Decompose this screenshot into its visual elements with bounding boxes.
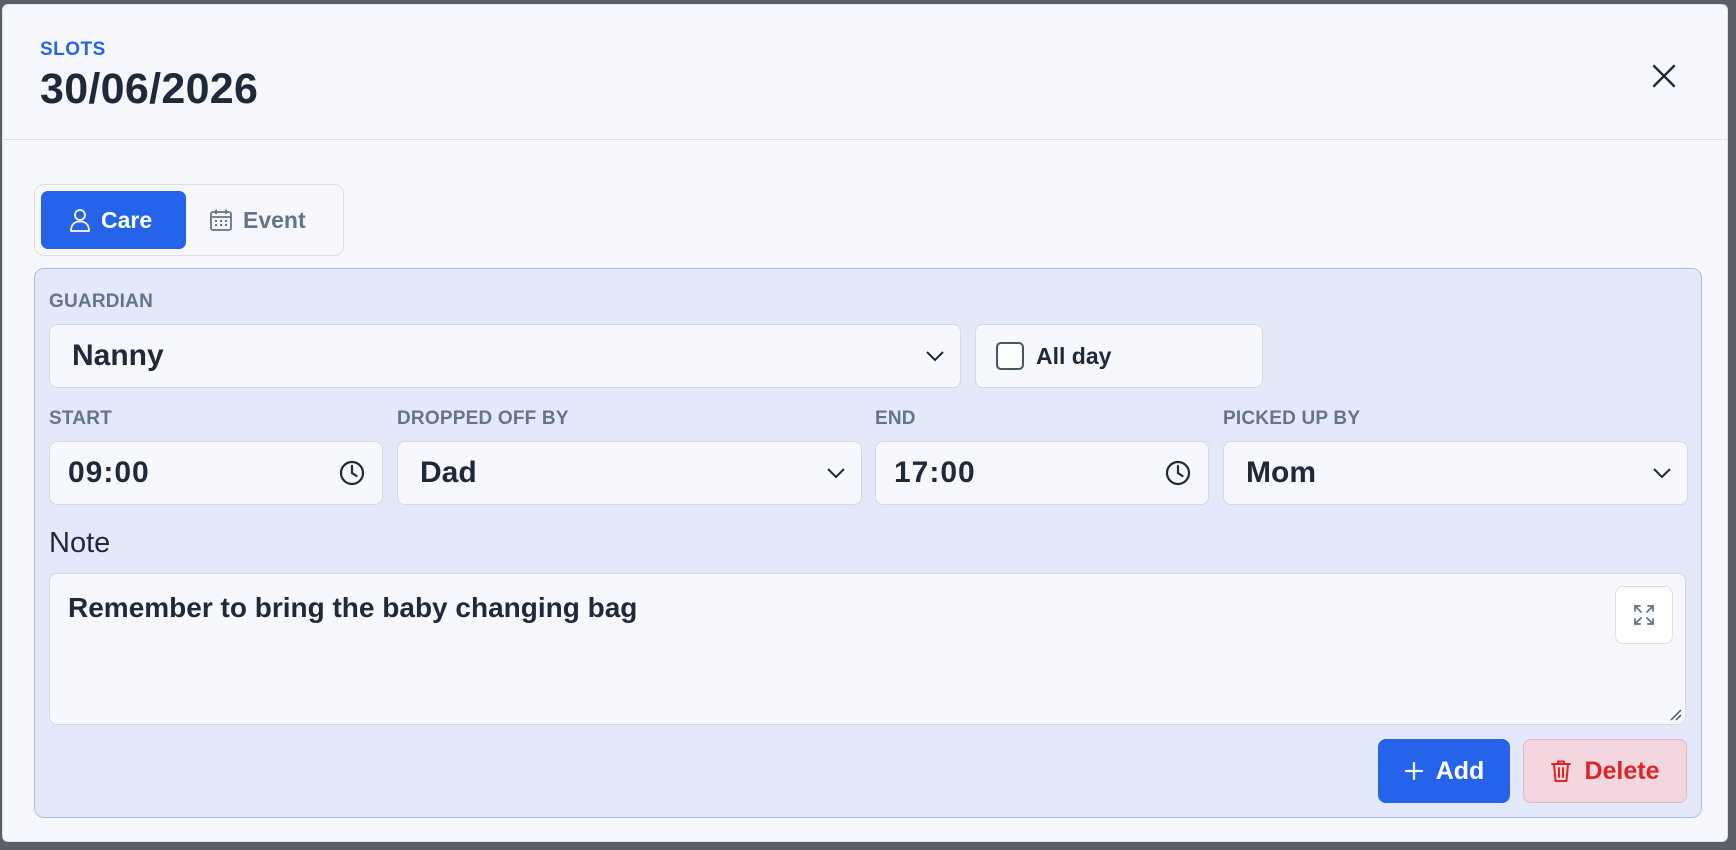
start-time-input[interactable]: 09:00 [49, 441, 383, 505]
dropped-off-label: DROPPED OFF BY [397, 408, 569, 429]
end-label: END [875, 408, 916, 429]
dialog-header: SLOTS 30/06/2026 [3, 5, 1727, 140]
end-time-input[interactable]: 17:00 [875, 441, 1209, 505]
clock-icon[interactable] [322, 460, 382, 486]
dropped-off-value: Dad [420, 456, 477, 489]
expand-icon [1634, 605, 1654, 625]
tab-group: Care Event [34, 184, 344, 256]
close-icon [1652, 64, 1676, 88]
person-icon [70, 209, 90, 232]
care-form-panel: GUARDIAN Nanny All day START 09:00 DROPP… [34, 268, 1702, 818]
picked-up-value: Mom [1246, 456, 1316, 489]
dialog-eyebrow: SLOTS [40, 39, 106, 60]
trash-icon [1551, 760, 1572, 782]
delete-button[interactable]: Delete [1523, 739, 1687, 803]
tab-care-label: Care [101, 206, 153, 233]
guardian-label: GUARDIAN [49, 291, 153, 312]
all-day-toggle[interactable]: All day [975, 324, 1263, 388]
calendar-icon [210, 209, 232, 231]
add-button[interactable]: Add [1378, 739, 1510, 803]
tab-care[interactable]: Care [41, 191, 186, 249]
chevron-down-icon [1637, 467, 1687, 479]
end-time-value: 17:00 [894, 456, 976, 489]
note-textarea[interactable]: Remember to bring the baby changing bag [49, 573, 1686, 725]
tab-event-label: Event [243, 206, 306, 233]
note-label: Note [49, 527, 111, 559]
expand-button[interactable] [1615, 586, 1673, 644]
guardian-select[interactable]: Nanny [49, 324, 961, 388]
delete-button-label: Delete [1584, 756, 1660, 785]
dialog-title: 30/06/2026 [40, 65, 259, 113]
tab-event[interactable]: Event [209, 191, 339, 249]
slot-dialog: SLOTS 30/06/2026 Care Event GUARDIAN Nan… [2, 4, 1728, 842]
all-day-checkbox[interactable] [996, 342, 1024, 370]
clock-icon[interactable] [1148, 460, 1208, 486]
chevron-down-icon [910, 350, 960, 362]
chevron-down-icon [811, 467, 861, 479]
add-button-label: Add [1435, 756, 1485, 785]
all-day-label: All day [1036, 342, 1112, 369]
plus-icon [1404, 761, 1423, 781]
start-time-value: 09:00 [68, 456, 150, 489]
resize-handle[interactable] [1668, 707, 1682, 721]
guardian-value: Nanny [72, 339, 164, 372]
dropped-off-select[interactable]: Dad [397, 441, 862, 505]
picked-up-label: PICKED UP BY [1223, 408, 1361, 429]
note-text: Remember to bring the baby changing bag [68, 592, 638, 623]
close-button[interactable] [1645, 57, 1683, 95]
start-label: START [49, 408, 112, 429]
picked-up-select[interactable]: Mom [1223, 441, 1688, 505]
